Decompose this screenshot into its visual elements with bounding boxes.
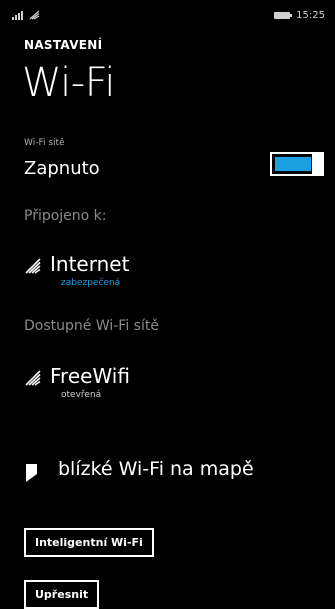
status-time: 15:25 [296,10,325,21]
toggle-fill [275,157,311,171]
battery-icon [274,12,293,19]
network-status: zabezpečená [61,278,121,288]
map-pin-icon [26,464,37,482]
connected-section-label: Připojeno k: [24,208,107,224]
wifi-icon [25,370,41,386]
wifi-status-icon [29,10,40,20]
smart-wifi-button[interactable]: Inteligentní Wi-Fi [24,528,154,557]
map-link-label: blízké Wi-Fi na mapě [58,458,254,480]
nearby-wifi-map-link[interactable]: blízké Wi-Fi na mapě [24,458,304,486]
wifi-toggle-value: Zapnuto [24,158,100,179]
wifi-toggle-switch[interactable] [270,152,324,176]
wifi-toggle-label: Wi-Fi sítě [24,138,65,148]
status-bar: 15:25 [8,10,327,24]
advanced-button[interactable]: Upřesnit [24,580,100,609]
app-name: NASTAVENÍ [24,38,103,52]
network-item-freewifi[interactable]: FreeWifi otevřená [24,364,224,404]
network-name: FreeWifi [50,364,130,388]
wifi-icon [25,258,41,274]
page-title: Wi-Fi [22,60,115,106]
network-item-internet[interactable]: Internet zabezpečená [24,252,224,292]
signal-icon [12,10,23,20]
status-left [12,10,40,20]
toggle-knob[interactable] [312,152,324,176]
network-status: otevřená [61,390,102,400]
available-section-label: Dostupné Wi-Fi sítě [24,318,159,334]
network-name: Internet [50,252,130,276]
status-right: 15:25 [274,10,325,21]
